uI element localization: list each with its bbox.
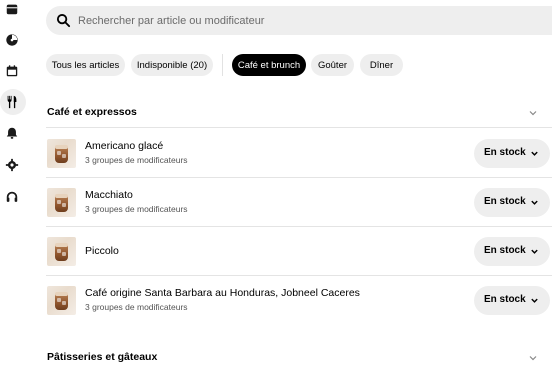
- item-modifiers: 3 groupes de modificateurs: [85, 204, 188, 214]
- store-icon[interactable]: [3, 0, 21, 18]
- item-modifiers: 3 groupes de modificateurs: [85, 155, 188, 165]
- chevron-down-icon: [531, 298, 538, 303]
- filter-chip-cafe-brunch[interactable]: Café et brunch: [232, 54, 306, 76]
- list-item[interactable]: Macchiato 3 groupes de modificateurs En …: [46, 178, 552, 226]
- filter-chip-gouter[interactable]: Goûter: [311, 54, 354, 76]
- stock-status-label: En stock: [484, 147, 526, 158]
- search-bar[interactable]: [46, 6, 552, 35]
- stock-status-label: En stock: [484, 196, 526, 207]
- chevron-down-icon: [531, 151, 538, 156]
- chevron-down-icon[interactable]: [528, 108, 538, 118]
- item-name: Piccolo: [85, 245, 119, 257]
- item-name: Macchiato: [85, 189, 133, 201]
- item-thumbnail: [47, 139, 76, 168]
- calendar-icon[interactable]: [3, 62, 21, 80]
- chevron-down-icon: [531, 200, 538, 205]
- dashboard-icon[interactable]: [3, 31, 21, 49]
- item-thumbnail: [47, 286, 76, 315]
- filter-chip-diner[interactable]: Dîner: [360, 54, 403, 76]
- item-name: Café origine Santa Barbara au Honduras, …: [85, 287, 360, 299]
- list-item[interactable]: Café origine Santa Barbara au Honduras, …: [46, 276, 552, 324]
- menu-fork-knife-icon[interactable]: [3, 93, 21, 111]
- stock-status-dropdown[interactable]: En stock: [474, 237, 550, 266]
- list-item[interactable]: Piccolo En stock: [46, 227, 552, 275]
- stock-status-label: En stock: [484, 294, 526, 305]
- stock-status-dropdown[interactable]: En stock: [474, 286, 550, 315]
- item-thumbnail: [47, 237, 76, 266]
- sidebar: [0, 0, 26, 368]
- stock-status-dropdown[interactable]: En stock: [474, 139, 550, 168]
- search-input[interactable]: [78, 6, 538, 35]
- filter-chip-all-items[interactable]: Tous les articles: [46, 54, 125, 76]
- filter-chip-unavailable[interactable]: Indisponible (20): [131, 54, 213, 76]
- gear-icon[interactable]: [3, 156, 21, 174]
- item-modifiers: 3 groupes de modificateurs: [85, 302, 188, 312]
- stock-status-dropdown[interactable]: En stock: [474, 188, 550, 217]
- headset-icon[interactable]: [3, 188, 21, 206]
- item-name: Americano glacé: [85, 140, 164, 152]
- item-thumbnail: [47, 188, 76, 217]
- search-icon: [56, 13, 71, 28]
- chevron-down-icon[interactable]: [528, 353, 538, 363]
- list-item[interactable]: Americano glacé 3 groupes de modificateu…: [46, 129, 552, 177]
- stock-status-label: En stock: [484, 245, 526, 256]
- section-title: Café et expressos: [47, 106, 137, 118]
- divider: [46, 127, 552, 128]
- chevron-down-icon: [531, 249, 538, 254]
- filter-divider: [222, 54, 223, 76]
- section-title: Pâtisseries et gâteaux: [47, 351, 158, 363]
- bell-icon[interactable]: [3, 124, 21, 142]
